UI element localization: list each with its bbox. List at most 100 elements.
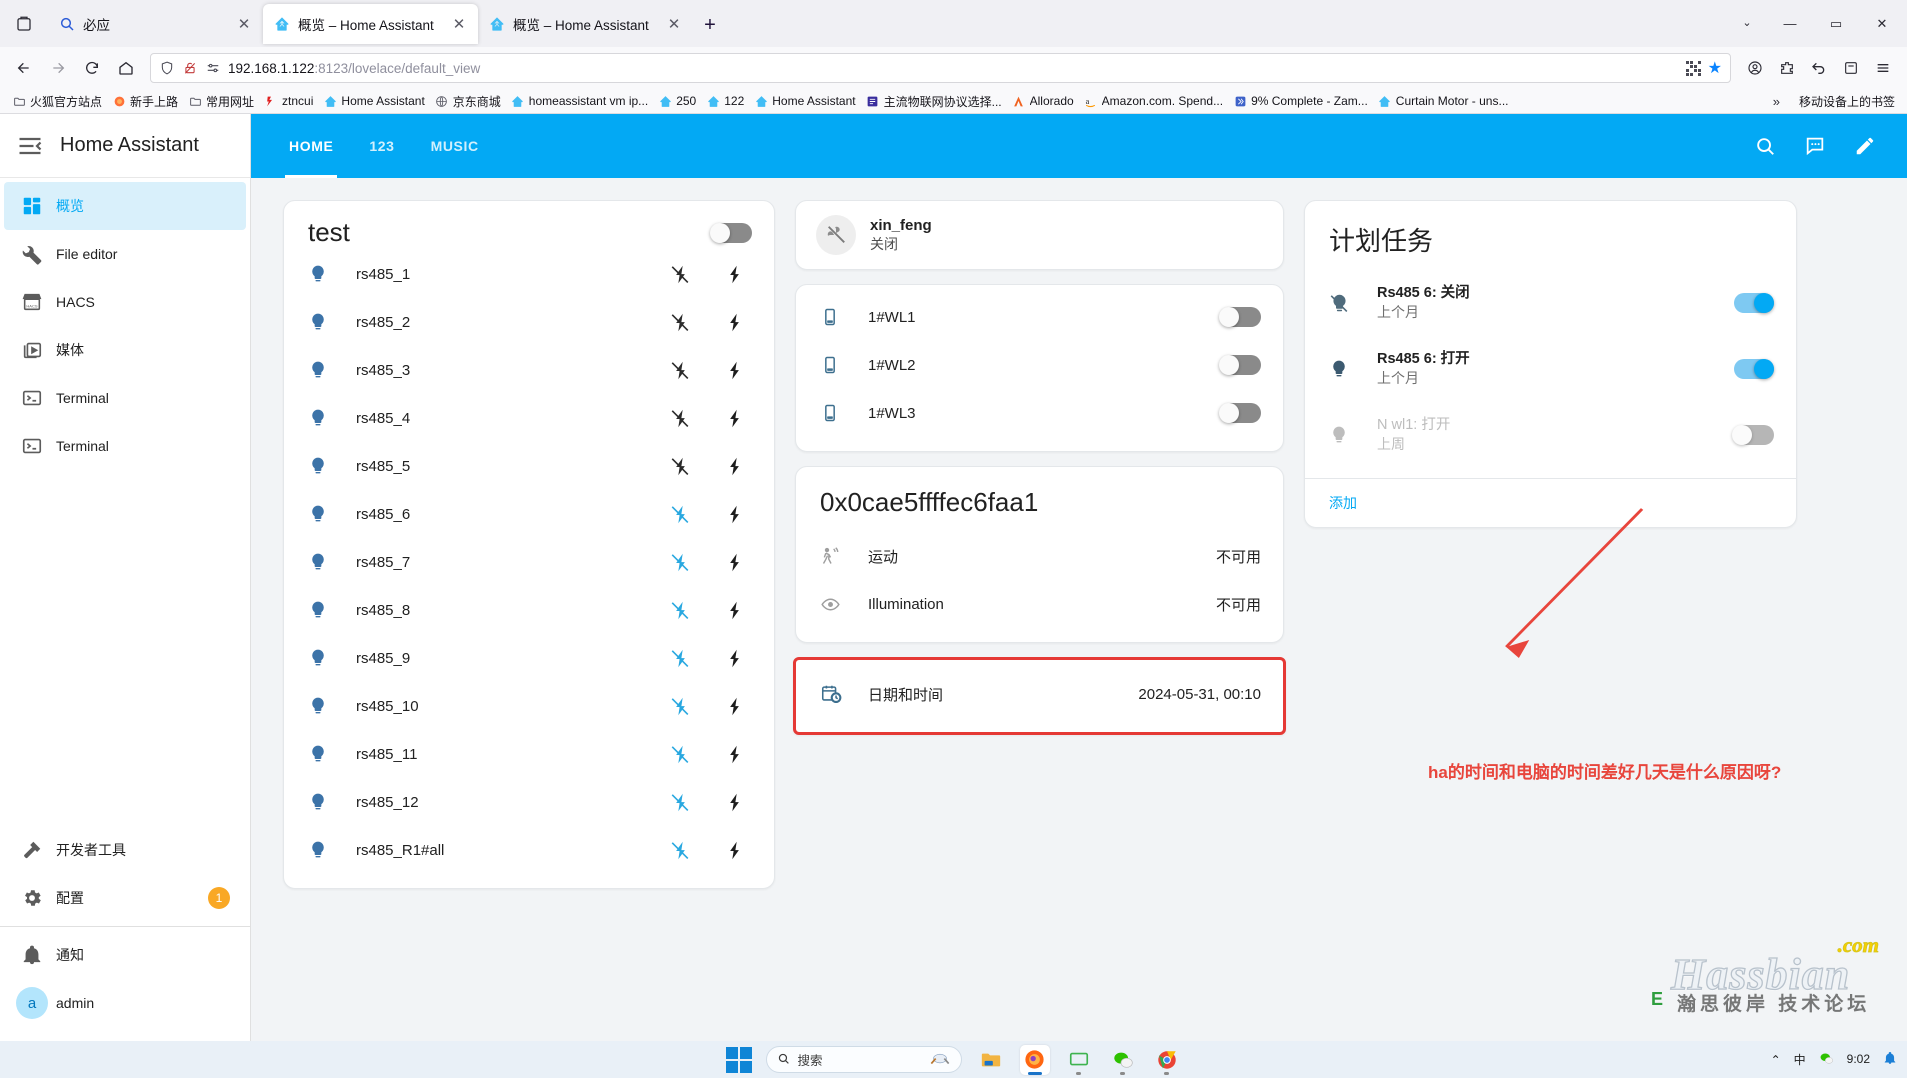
sidebar-item-settings[interactable]: 配置 1	[4, 874, 246, 922]
browser-tab-0[interactable]: 必应 ✕	[48, 4, 263, 44]
bookmark-star-icon[interactable]: ★	[1708, 58, 1722, 78]
table-row[interactable]: rs485_7	[284, 538, 774, 586]
table-row[interactable]: rs485_5	[284, 442, 774, 490]
firefox-view-button[interactable]	[0, 0, 48, 47]
list-item[interactable]: Rs485 6: 关闭 上个月	[1305, 270, 1796, 336]
edit-pencil-icon[interactable]	[1845, 126, 1885, 166]
table-row[interactable]: rs485_6	[284, 490, 774, 538]
bookmark-item[interactable]: 新手上路	[107, 91, 183, 112]
taskbar-clock[interactable]: 9:02	[1847, 1053, 1870, 1066]
sidebar-item-notifications[interactable]: 通知	[4, 931, 246, 979]
flash-icon[interactable]	[722, 550, 746, 574]
table-row[interactable]: rs485_3	[284, 346, 774, 394]
windows-start-icon[interactable]	[725, 1046, 752, 1073]
sidebar-item-overview[interactable]: 概览	[4, 182, 246, 230]
flash-icon[interactable]	[722, 358, 746, 382]
flash-off-icon[interactable]	[668, 310, 692, 334]
wl-toggle[interactable]	[1219, 307, 1261, 327]
table-row[interactable]: rs485_10	[284, 682, 774, 730]
table-row[interactable]: rs485_8	[284, 586, 774, 634]
schedule-toggle[interactable]	[1734, 359, 1774, 379]
table-row[interactable]: 日期和时间 2024-05-31, 00:10	[796, 670, 1283, 718]
bookmark-item[interactable]: 主流物联网协议选择...	[861, 91, 1007, 112]
sidebar-item-file-editor[interactable]: File editor	[4, 230, 246, 278]
home-icon[interactable]	[110, 52, 142, 84]
back-icon[interactable]	[8, 52, 40, 84]
taskbar-search-input[interactable]: 搜索	[765, 1046, 962, 1073]
close-icon[interactable]: ✕	[235, 15, 253, 33]
table-row[interactable]: 1#WL1	[796, 293, 1283, 341]
sidebar-item-hacs[interactable]: HACS HACS	[4, 278, 246, 326]
table-row[interactable]: 1#WL3	[796, 389, 1283, 437]
url-bar[interactable]: 192.168.1.122:8123/lovelace/default_view…	[150, 53, 1731, 83]
close-icon[interactable]: ✕	[665, 15, 683, 33]
bookmark-item[interactable]: 250	[653, 92, 701, 110]
sidebar-item-media[interactable]: 媒体	[4, 326, 246, 374]
assist-conversation-icon[interactable]	[1795, 126, 1835, 166]
new-tab-button[interactable]: +	[693, 8, 727, 42]
save-to-pocket-icon[interactable]	[1835, 52, 1867, 84]
tab-music[interactable]: MUSIC	[413, 114, 497, 178]
flash-icon[interactable]	[722, 790, 746, 814]
flash-off-icon[interactable]	[668, 550, 692, 574]
sidebar-item-user[interactable]: a admin	[4, 979, 246, 1027]
table-row[interactable]: 1#WL2	[796, 341, 1283, 389]
flash-icon[interactable]	[722, 406, 746, 430]
lock-broken-icon[interactable]	[182, 60, 198, 76]
flash-icon[interactable]	[722, 502, 746, 526]
flash-off-icon[interactable]	[668, 406, 692, 430]
bookmark-item[interactable]: 常用网址	[183, 91, 259, 112]
table-row[interactable]: rs485_4	[284, 394, 774, 442]
taskbar-app-firefox[interactable]	[1019, 1044, 1050, 1075]
table-row[interactable]: rs485_11	[284, 730, 774, 778]
flash-icon[interactable]	[722, 598, 746, 622]
table-row[interactable]: rs485_1	[284, 250, 774, 298]
taskbar-app-chrome[interactable]	[1152, 1045, 1182, 1075]
wl-toggle[interactable]	[1219, 355, 1261, 375]
sidebar-item-developer-tools[interactable]: 开发者工具	[4, 826, 246, 874]
flash-off-icon[interactable]	[668, 694, 692, 718]
search-icon[interactable]	[1745, 126, 1785, 166]
ime-indicator[interactable]: 中	[1794, 1051, 1806, 1068]
flash-off-icon[interactable]	[668, 454, 692, 478]
flash-icon[interactable]	[722, 838, 746, 862]
shield-icon[interactable]	[159, 60, 175, 76]
wl-toggle[interactable]	[1219, 403, 1261, 423]
flash-icon[interactable]	[722, 694, 746, 718]
sidebar-collapse-icon[interactable]	[16, 132, 44, 160]
url-text[interactable]: 192.168.1.122:8123/lovelace/default_view	[228, 61, 1679, 76]
app-menu-icon[interactable]	[1867, 52, 1899, 84]
bookmark-item[interactable]: Allorado	[1007, 92, 1079, 110]
maximize-button[interactable]: ▭	[1813, 4, 1859, 44]
undo-icon[interactable]	[1803, 52, 1835, 84]
sidebar-item-terminal-1[interactable]: Terminal	[4, 374, 246, 422]
bookmark-item[interactable]: 火狐官方站点	[7, 91, 107, 112]
bookmark-item[interactable]: 京东商城	[430, 91, 506, 112]
sidebar-item-terminal-2[interactable]: Terminal	[4, 422, 246, 470]
close-window-button[interactable]: ✕	[1859, 4, 1905, 44]
taskbar-app-file-explorer[interactable]	[976, 1045, 1006, 1075]
bookmark-item[interactable]: 122	[701, 92, 749, 110]
mobile-bookmarks-folder[interactable]: 移动设备上的书签	[1790, 91, 1900, 113]
minimize-button[interactable]: —	[1767, 4, 1813, 44]
flash-icon[interactable]	[722, 646, 746, 670]
bookmark-item[interactable]: homeassistant vm ip...	[506, 92, 653, 110]
taskbar-app-wechat[interactable]	[1108, 1045, 1138, 1075]
bookmark-item[interactable]: Home Assistant	[318, 92, 429, 110]
reload-icon[interactable]	[76, 52, 108, 84]
tray-wechat-icon[interactable]	[1819, 1051, 1834, 1069]
browser-tab-2[interactable]: 概览 – Home Assistant ✕	[478, 4, 693, 44]
flash-off-icon[interactable]	[668, 262, 692, 286]
account-icon[interactable]	[1739, 52, 1771, 84]
qr-code-icon[interactable]	[1685, 61, 1702, 76]
tab-123[interactable]: 123	[351, 114, 412, 178]
extensions-icon[interactable]	[1771, 52, 1803, 84]
bookmark-item[interactable]: ztncui	[259, 92, 318, 110]
list-item[interactable]: Rs485 6: 打开 上个月	[1305, 336, 1796, 402]
list-all-tabs-icon[interactable]: ⌄	[1727, 2, 1767, 42]
flash-icon[interactable]	[722, 262, 746, 286]
schedule-toggle[interactable]	[1734, 293, 1774, 313]
flash-icon[interactable]	[722, 742, 746, 766]
table-row[interactable]: rs485_9	[284, 634, 774, 682]
bookmarks-overflow-icon[interactable]: »	[1763, 94, 1790, 109]
